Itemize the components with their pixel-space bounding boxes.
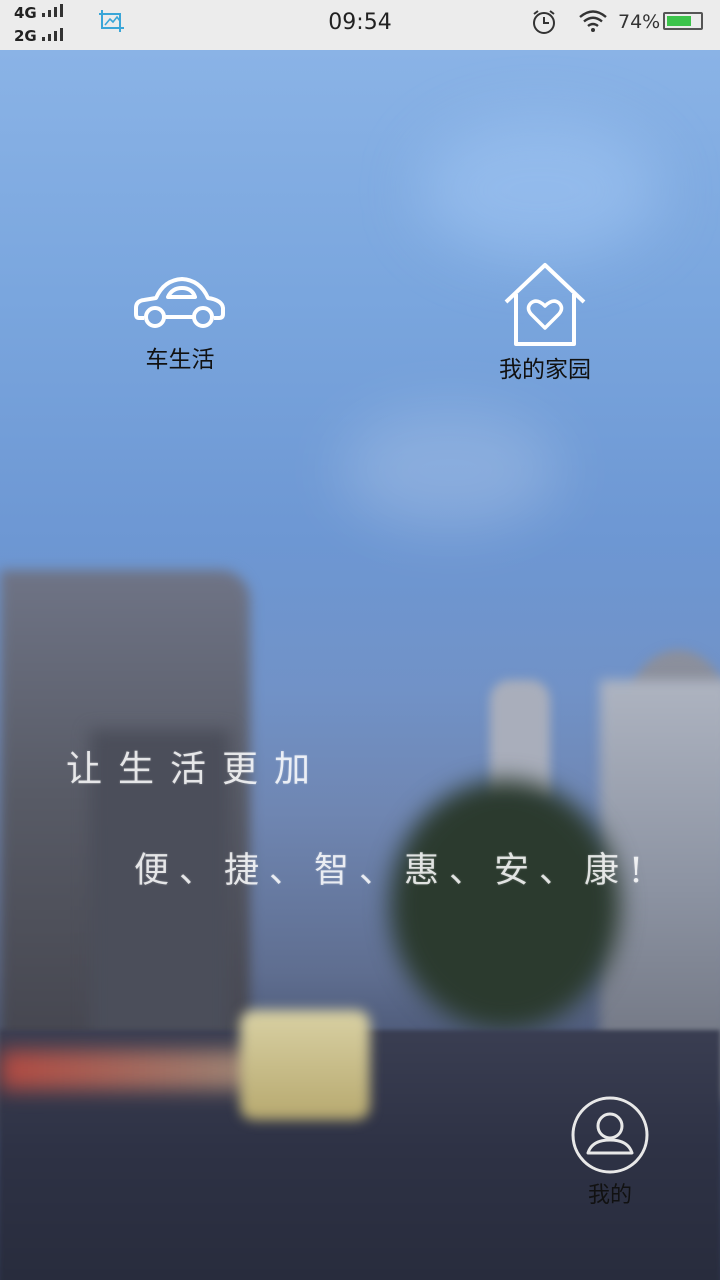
car-life-label: 车生活 xyxy=(145,347,215,373)
car-icon xyxy=(134,277,225,328)
clock: 09:54 xyxy=(328,10,392,35)
car-life-button[interactable]: 车生活 xyxy=(120,270,240,374)
status-bar: 4G 2G 09:54 74% xyxy=(0,0,720,50)
slogan-line-1: 让生活更加 xyxy=(66,749,327,790)
battery-level-fill xyxy=(667,16,691,26)
profile-button[interactable]: 我的 xyxy=(560,1095,660,1209)
slogan-line-2: 便、捷、智、惠、安、康! xyxy=(134,851,654,891)
alarm-icon xyxy=(533,10,555,34)
my-home-button[interactable]: 我的家园 xyxy=(480,262,610,384)
wifi-icon xyxy=(579,10,607,32)
profile-label: 我的 xyxy=(587,1183,632,1208)
my-home-label: 我的家园 xyxy=(499,357,591,383)
battery-percent: 74% xyxy=(618,11,661,33)
battery-icon xyxy=(663,12,703,30)
user-icon xyxy=(571,1096,649,1174)
home-heart-icon xyxy=(504,263,586,346)
